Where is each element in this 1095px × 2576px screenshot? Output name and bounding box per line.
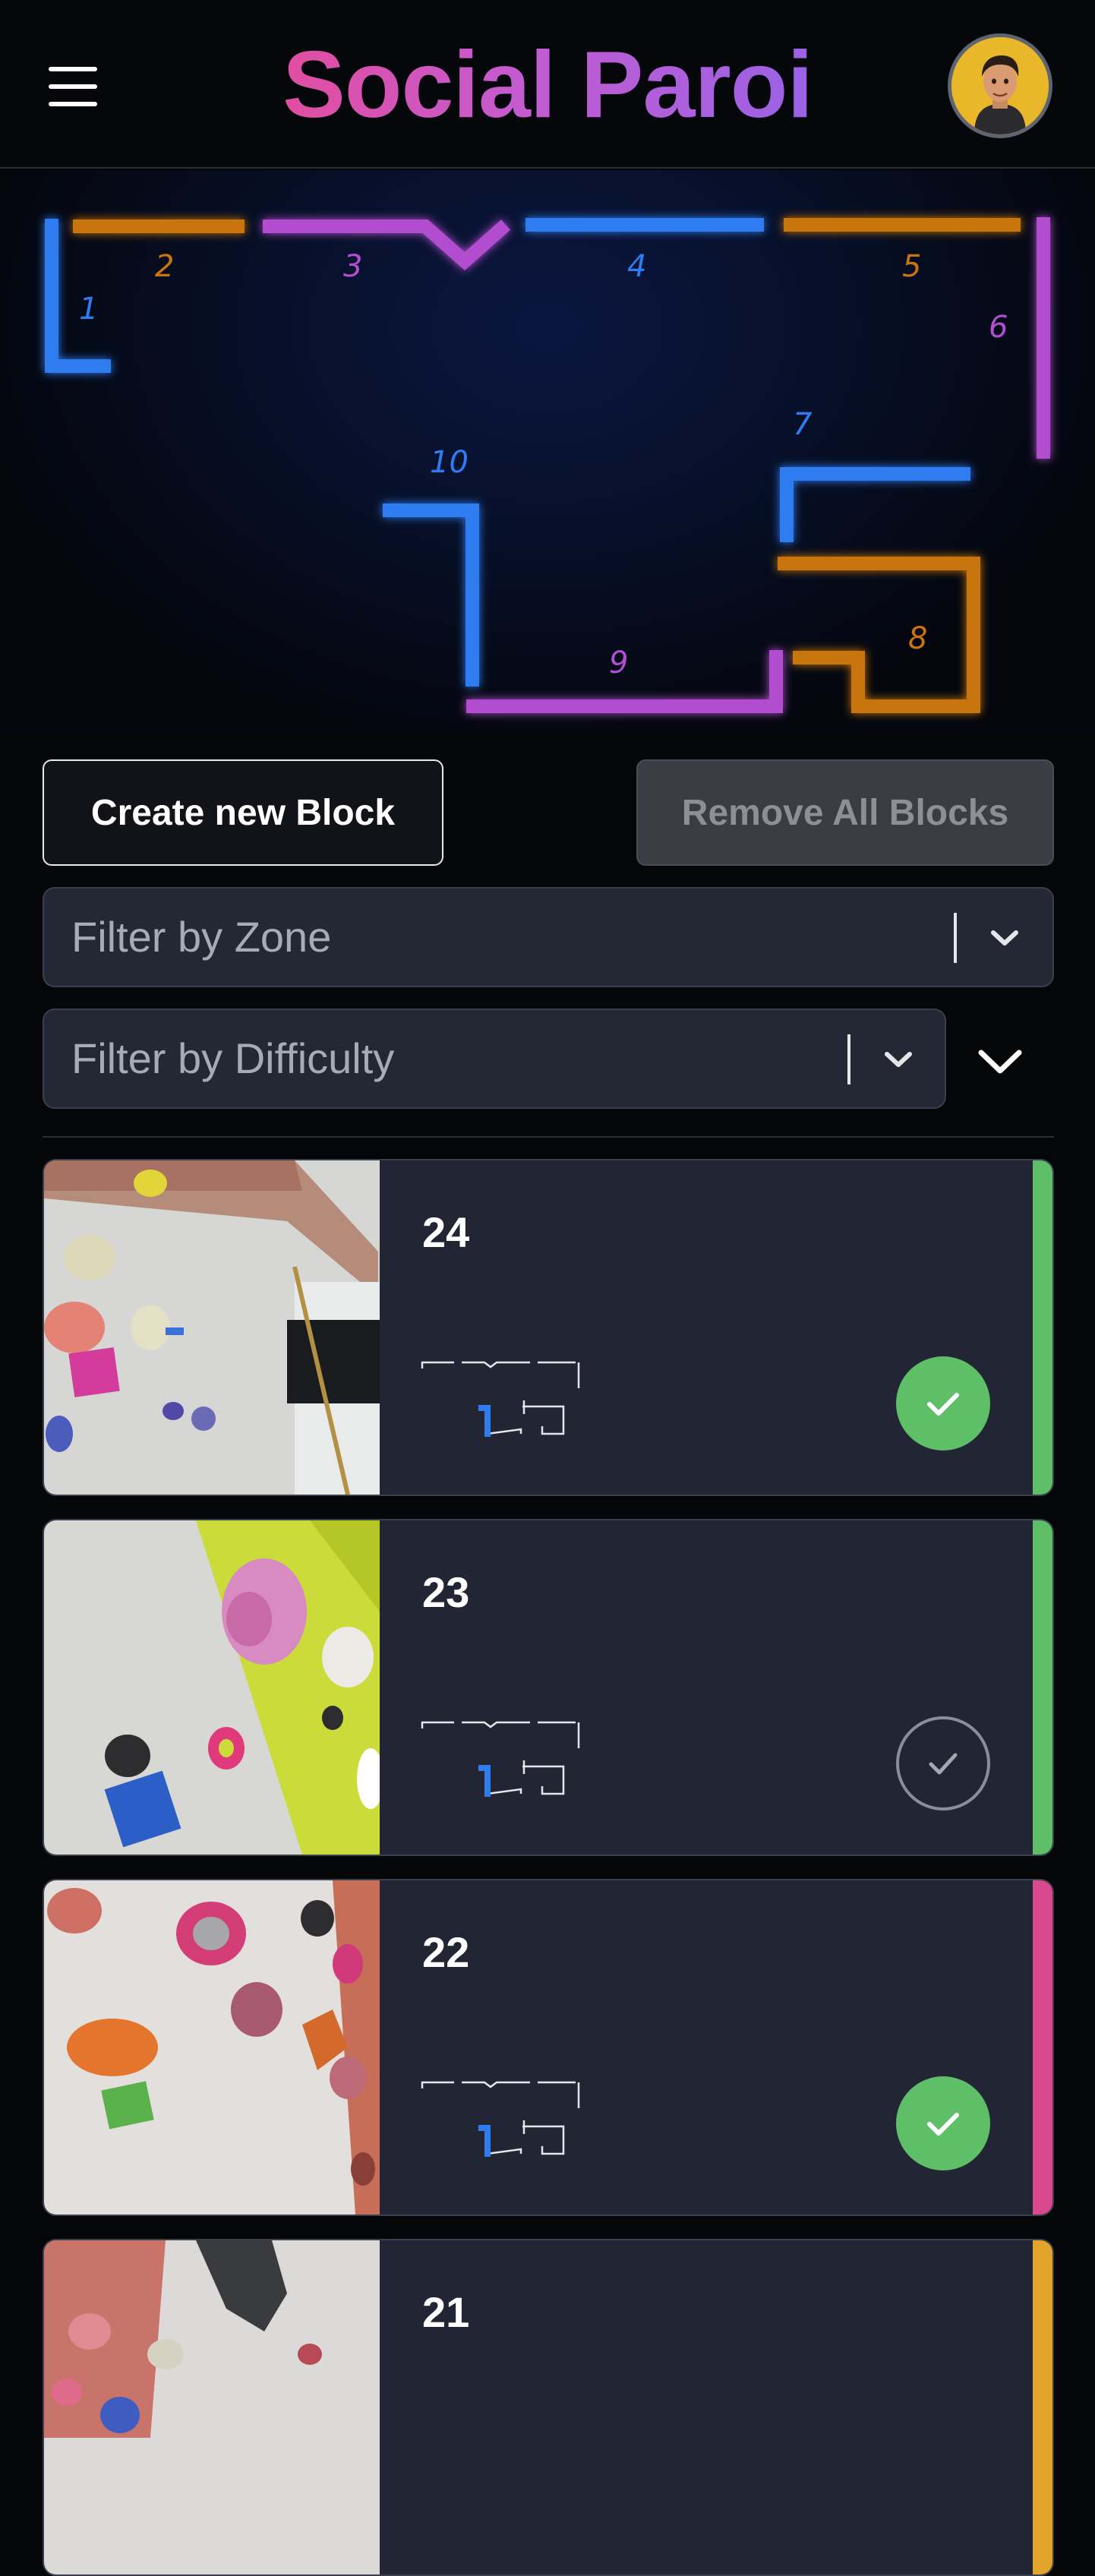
zone-7-segment[interactable] [780,467,970,542]
block-photo [44,1160,380,1495]
block-photo [44,1520,380,1855]
difficulty-color-stripe [1033,2240,1052,2574]
difficulty-color-stripe [1033,1880,1052,2215]
chevron-down-icon[interactable] [879,1040,917,1078]
zone-3-label: 3 [343,249,362,284]
select-divider [847,1034,850,1084]
block-number: 23 [422,1568,470,1616]
block-card[interactable]: 22 [43,1879,1054,2216]
completed-check-button[interactable] [896,1356,990,1451]
zone-10-label: 10 [430,445,469,480]
difficulty-color-stripe [1033,1520,1052,1855]
zone-8-label: 8 [908,621,927,656]
zone-5-label: 5 [902,249,921,284]
completed-check-button[interactable] [896,2076,990,2170]
app-title: Social Paroi [282,33,813,137]
zone-3-segment[interactable] [263,219,510,271]
block-card[interactable]: 21 [43,2239,1054,2576]
block-number: 22 [422,1928,470,1976]
check-icon [927,2113,959,2136]
check-icon [927,1393,959,1416]
block-number: 21 [422,2288,470,2336]
block-zone-minimap [421,1361,580,1437]
select-divider [954,913,957,963]
block-number: 24 [422,1208,470,1256]
zone-1-label: 1 [79,292,98,327]
zone-8-segment[interactable] [778,557,980,713]
zone-filter-select[interactable]: Filter by Zone [43,887,1054,987]
app-header: Social Paroi [0,0,1095,169]
zone-10-segment[interactable] [383,504,479,687]
zone-filter-placeholder: Filter by Zone [71,913,332,961]
check-icon [929,1753,958,1775]
difficulty-filter-select[interactable]: Filter by Difficulty [43,1009,946,1109]
zone-2-label: 2 [155,249,174,284]
sort-toggle-chevron-icon[interactable] [974,1042,1027,1084]
difficulty-color-stripe [1033,1160,1052,1495]
chevron-down-icon[interactable] [986,919,1024,957]
zone-9-label: 9 [609,646,628,680]
difficulty-filter-placeholder: Filter by Difficulty [71,1034,395,1082]
block-card[interactable]: 23 [43,1519,1054,1856]
zone-6-label: 6 [989,310,1008,345]
zone-4-label: 4 [627,249,646,284]
wall-zone-map: 1 2 3 4 5 6 7 8 9 10 [0,170,1095,732]
block-photo [44,2240,380,2574]
block-photo [44,1880,380,2215]
block-zone-minimap [421,2081,580,2157]
zone-7-label: 7 [793,407,813,442]
block-zone-minimap [421,1721,580,1797]
remove-all-blocks-button[interactable]: Remove All Blocks [636,759,1054,866]
block-card[interactable]: 24 [43,1159,1054,1496]
list-divider [43,1136,1054,1138]
create-block-button[interactable]: Create new Block [43,759,443,866]
user-avatar[interactable] [948,33,1052,138]
mark-completed-button[interactable] [896,1716,990,1810]
